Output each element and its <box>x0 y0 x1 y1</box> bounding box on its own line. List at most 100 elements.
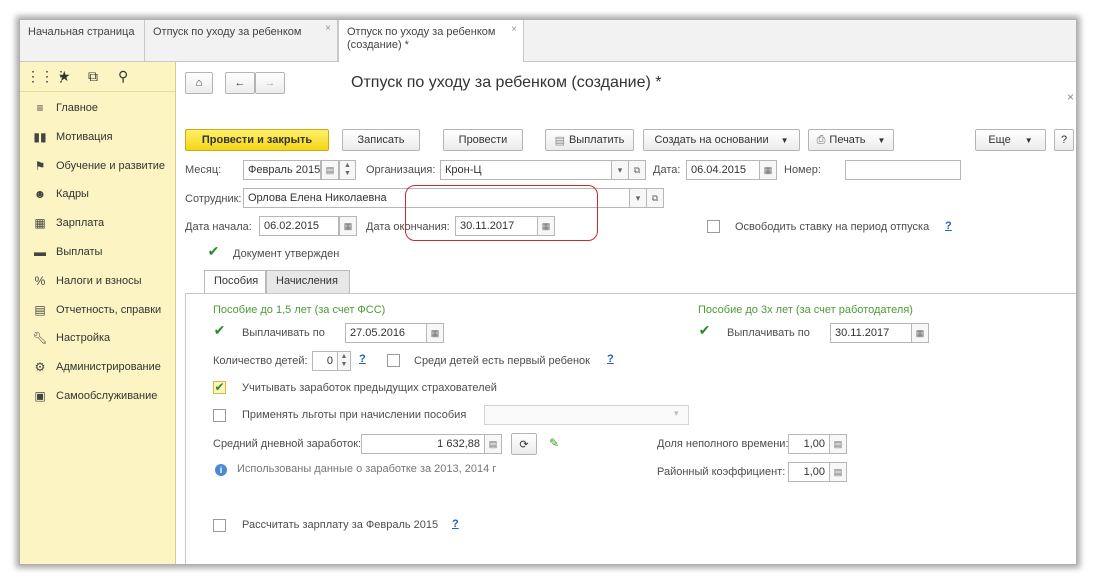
fss-benefit-title: Пособие до 1,5 лет (за счет ФСС) <box>213 304 386 316</box>
month-select-icon[interactable]: ▤ <box>321 160 339 180</box>
sidebar-item-admin[interactable]: ⚙ Администрирование <box>20 353 175 382</box>
create-based-button[interactable]: Создать на основании ▼ <box>643 129 800 151</box>
sidebar-item-settings[interactable]: 🔧︎ Настройка <box>20 324 175 353</box>
edit-icon[interactable]: ✎ <box>549 436 559 450</box>
history-icon[interactable]: ⧉ <box>88 68 98 85</box>
pay-until2-field[interactable]: 30.11.2017 <box>830 323 912 343</box>
more-button[interactable]: Еще ▼ <box>975 129 1046 151</box>
sidebar-toolbar: ⋮⋮⋮ ★ ⧉ ⚲ <box>20 62 175 92</box>
sidebar: ⋮⋮⋮ ★ ⧉ ⚲ ≡ Главное ▮▮ Мотивация ⚑ Обучение… <box>20 62 176 564</box>
regional-coef-field[interactable]: 1,00 <box>788 462 830 482</box>
page-title: Отпуск по уходу за ребенком (создание) * <box>351 74 662 91</box>
part-time-field[interactable]: 1,00 <box>788 434 830 454</box>
help-link[interactable]: ? <box>452 518 459 530</box>
open-icon[interactable]: ⧉ <box>646 188 664 208</box>
number-field[interactable] <box>845 160 961 180</box>
card-icon: ▬ <box>34 244 46 259</box>
app-window: Начальная страница Отпуск по уходу за ре… <box>19 19 1077 565</box>
sidebar-item-staff[interactable]: ☻ Кадры <box>20 180 175 209</box>
sidebar-item-salary[interactable]: ▦ Зарплата <box>20 209 175 238</box>
sidebar-item-label: Администрирование <box>56 361 161 374</box>
tab-benefits[interactable]: Пособия <box>204 270 266 294</box>
approved-checkbox[interactable]: ✔ <box>207 244 220 259</box>
calc-salary-label: Рассчитать зарплату за Февраль 2015 <box>242 519 439 531</box>
save-button[interactable]: Записать <box>342 129 420 151</box>
printer-icon: ⎙ <box>816 133 826 146</box>
close-icon[interactable]: × <box>511 23 517 36</box>
month-field[interactable]: Февраль 2015 <box>243 160 321 180</box>
avg-daily-field[interactable]: 1 632,88 <box>361 434 485 454</box>
tab-childcare-create[interactable]: Отпуск по уходу за ребенком (создание) *… <box>338 20 524 63</box>
search-icon[interactable]: ⚲ <box>118 68 128 85</box>
pay-button[interactable]: ▤ Выплатить <box>545 129 634 151</box>
release-rate-label: Освободить ставку на период отпуска <box>735 221 930 233</box>
forward-button[interactable]: → <box>255 72 285 94</box>
help-button[interactable]: ? <box>1054 129 1074 151</box>
calculator-icon: ▦ <box>34 216 46 231</box>
calendar-icon[interactable]: ▦ <box>911 323 929 343</box>
help-link[interactable]: ? <box>607 353 614 365</box>
open-icon[interactable]: ⧉ <box>628 160 646 180</box>
sidebar-item-reports[interactable]: ▤ Отчетность, справки <box>20 296 175 325</box>
help-link[interactable]: ? <box>945 220 952 232</box>
tab-home[interactable]: Начальная страница <box>20 20 145 62</box>
sidebar-item-label: Настройка <box>56 332 111 345</box>
dropdown-arrow-icon[interactable]: ▾ <box>611 160 629 180</box>
calendar-icon[interactable]: ▦ <box>426 323 444 343</box>
prev-insurers-checkbox[interactable]: ✔ <box>213 381 226 394</box>
calendar-icon[interactable]: ▦ <box>759 160 777 180</box>
close-icon[interactable]: × <box>1067 90 1074 104</box>
back-button[interactable]: ← <box>225 72 255 94</box>
sidebar-item-taxes[interactable]: % Налоги и взносы <box>20 267 175 296</box>
children-count-label: Количество детей: <box>213 355 308 367</box>
apply-benefits-checkbox[interactable] <box>213 409 226 422</box>
dropdown-arrow-icon[interactable]: ▾ <box>629 188 647 208</box>
info-icon: i <box>215 464 227 476</box>
date-field[interactable]: 06.04.2015 <box>686 160 760 180</box>
sidebar-item-self-service[interactable]: ▣ Самообслуживание <box>20 382 175 411</box>
tab-childcare-list[interactable]: Отпуск по уходу за ребенком × <box>145 20 338 62</box>
self-service-icon: ▣ <box>34 388 46 403</box>
sidebar-item-label: Выплаты <box>56 245 103 258</box>
calc-salary-checkbox[interactable] <box>213 519 226 532</box>
sidebar-item-label: Самообслуживание <box>56 389 158 402</box>
help-link[interactable]: ? <box>359 353 366 365</box>
start-date-label: Дата начала: <box>185 221 252 233</box>
sidebar-item-education[interactable]: ⚑ Обучение и развитие <box>20 152 175 181</box>
print-button[interactable]: ⎙ Печать ▼ <box>808 129 894 151</box>
month-spinner[interactable]: ▲ ▼ <box>339 160 356 180</box>
post-and-close-button[interactable]: Провести и закрыть <box>185 129 329 151</box>
children-count-field[interactable]: 0 <box>312 351 338 371</box>
release-rate-checkbox[interactable] <box>707 220 720 233</box>
calculator-icon[interactable]: ▤ <box>829 434 847 454</box>
pay-until-field[interactable]: 27.05.2016 <box>345 323 427 343</box>
tab-accruals[interactable]: Начисления <box>266 270 350 293</box>
people-icon: ☻ <box>33 187 47 202</box>
star-icon[interactable]: ★ <box>58 68 71 85</box>
pay-until-checkbox[interactable]: ✔ <box>213 323 226 338</box>
calculator-icon[interactable]: ▤ <box>484 434 502 454</box>
calculator-icon[interactable]: ▤ <box>829 462 847 482</box>
post-button[interactable]: Провести <box>443 129 523 151</box>
tab-childcare-create-label: Отпуск по уходу за ребенком (создание) * <box>347 26 496 51</box>
benefits-select[interactable] <box>484 405 689 425</box>
pay-until2-checkbox[interactable]: ✔ <box>698 323 711 338</box>
home-button[interactable]: ⌂ <box>185 72 213 94</box>
calendar-icon[interactable]: ▦ <box>339 216 357 236</box>
part-time-label: Доля неполного времени: <box>657 438 789 450</box>
avg-daily-label: Средний дневной заработок: <box>213 438 362 450</box>
refresh-button[interactable]: ⟳ <box>511 433 537 455</box>
close-icon[interactable]: × <box>325 23 331 34</box>
sidebar-item-payments[interactable]: ▬ Выплаты <box>20 238 175 267</box>
start-date-field[interactable]: 06.02.2015 <box>259 216 339 236</box>
children-spinner[interactable]: ▲ ▼ <box>337 351 351 371</box>
sidebar-item-label: Зарплата <box>56 217 105 230</box>
employer-benefit-title: Пособие до 3х лет (за счет работодателя) <box>698 304 913 316</box>
first-child-checkbox[interactable] <box>387 354 400 367</box>
sidebar-item-main[interactable]: ≡ Главное <box>20 94 175 123</box>
approved-label: Документ утвержден <box>233 248 340 260</box>
org-field[interactable]: Крон-Ц <box>440 160 615 180</box>
sidebar-item-motivation[interactable]: ▮▮ Мотивация <box>20 123 175 152</box>
regional-coef-label: Районный коэффициент: <box>657 466 786 478</box>
month-label: Месяц: <box>185 164 222 176</box>
